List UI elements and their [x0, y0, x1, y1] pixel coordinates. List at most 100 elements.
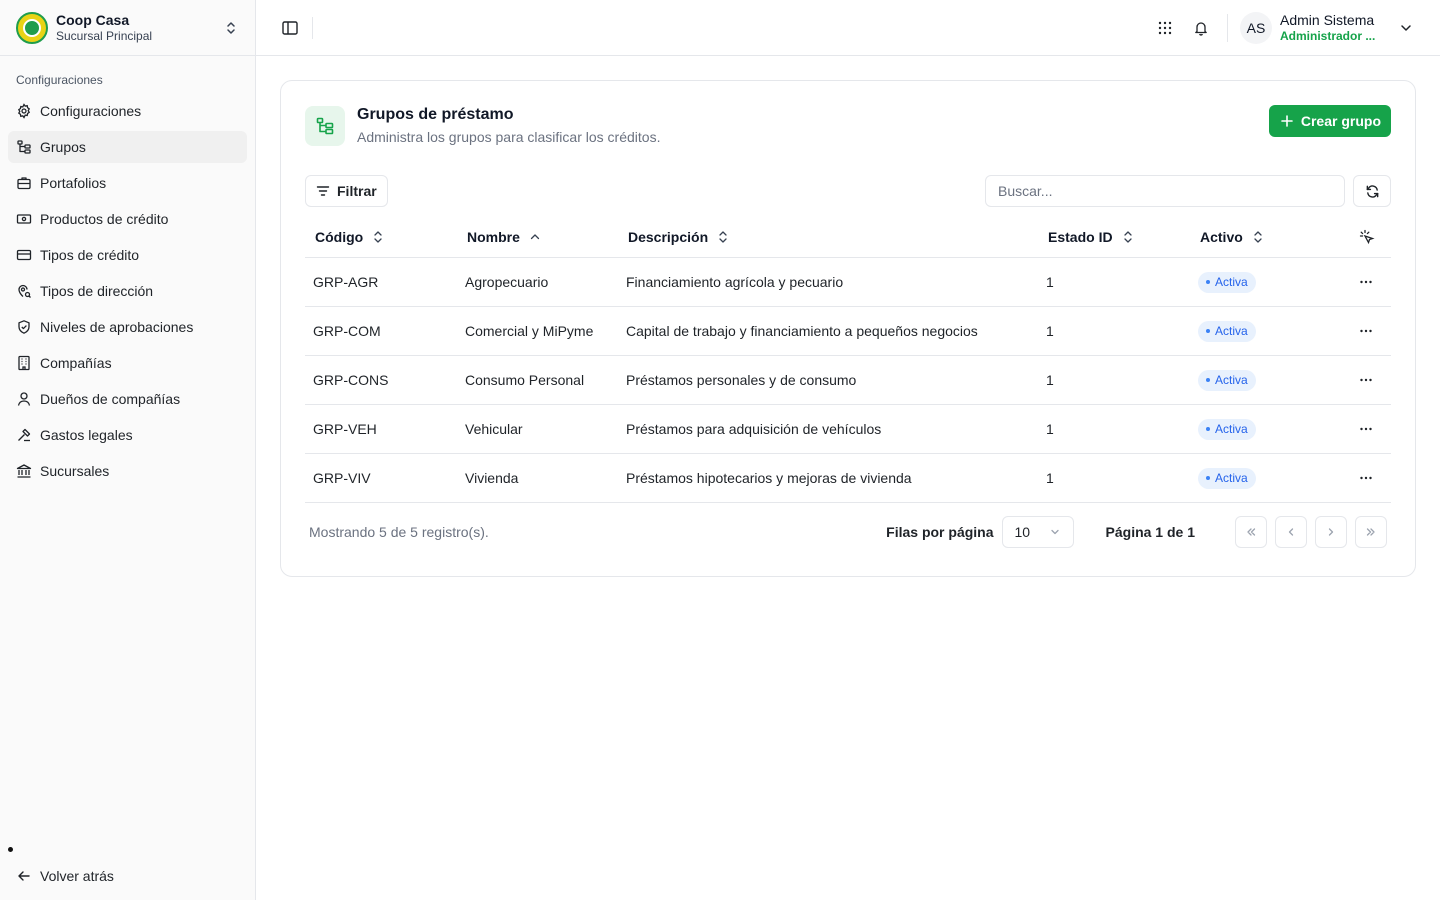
column-settings-icon[interactable] — [1359, 229, 1375, 245]
gavel-icon — [18, 428, 31, 442]
status-dot — [8, 847, 13, 852]
more-horizontal-icon — [1360, 427, 1372, 431]
cell-code: GRP-VEH — [313, 421, 377, 437]
record-count: Mostrando 5 de 5 registro(s). — [309, 524, 489, 540]
column-header-description[interactable]: Descripción — [618, 229, 1038, 245]
table-row[interactable]: GRP-CONS Consumo Personal Préstamos pers… — [305, 356, 1391, 405]
notifications-button[interactable] — [1183, 10, 1219, 46]
first-page-button[interactable] — [1235, 516, 1267, 548]
row-actions-button[interactable] — [1357, 273, 1375, 291]
sort-icon — [719, 231, 727, 243]
sidebar-item-label: Niveles de aprobaciones — [40, 319, 194, 335]
sidebar-item-productos-credito[interactable]: Productos de crédito — [8, 203, 247, 235]
cell-name: Vehicular — [465, 421, 523, 437]
sidebar-item-gastos-legales[interactable]: Gastos legales — [8, 419, 247, 451]
chevrons-up-down-icon — [227, 21, 235, 34]
grid-dots-icon — [1158, 21, 1172, 34]
sidebar-item-duenos-companias[interactable]: Dueños de compañías — [8, 383, 247, 415]
more-horizontal-icon — [1360, 329, 1372, 333]
sidebar-toggle-icon[interactable] — [280, 18, 300, 38]
user-menu[interactable]: Admin Sistema Administrador ... — [1280, 12, 1392, 44]
chevron-right-icon — [1328, 528, 1334, 536]
table-row[interactable]: GRP-AGR Agropecuario Financiamiento agrí… — [305, 258, 1391, 307]
sidebar-item-configuraciones[interactable]: Configuraciones — [8, 95, 247, 127]
back-button[interactable]: Volver atrás — [8, 860, 122, 892]
row-actions-button[interactable] — [1357, 322, 1375, 340]
avatar[interactable]: AS — [1240, 11, 1272, 44]
pagination-footer: Mostrando 5 de 5 registro(s). Filas por … — [309, 516, 1387, 548]
card-header: Grupos de préstamo Administra los grupos… — [305, 105, 660, 147]
cell-estado: 1 — [1046, 372, 1054, 388]
sidebar-item-label: Grupos — [40, 139, 86, 155]
cell-code: GRP-COM — [313, 323, 381, 339]
user-name: Admin Sistema — [1280, 11, 1375, 28]
chevrons-left-icon — [1247, 528, 1256, 536]
sidebar-item-sucursales[interactable]: Sucursales — [8, 455, 247, 487]
user-role: Administrador ... — [1280, 28, 1376, 43]
status-badge: Activa — [1198, 320, 1256, 342]
previous-page-button[interactable] — [1275, 516, 1307, 548]
sidebar-item-niveles-aprobaciones[interactable]: Niveles de aprobaciones — [8, 311, 247, 343]
chevrons-right-icon — [1366, 528, 1375, 536]
sidebar-item-label: Compañías — [40, 355, 112, 371]
user-divider — [1227, 13, 1228, 42]
sidebar-item-tipos-direccion[interactable]: Tipos de dirección — [8, 275, 247, 307]
column-header-name[interactable]: Nombre — [457, 229, 618, 245]
apps-button[interactable] — [1147, 10, 1183, 46]
back-label: Volver atrás — [40, 868, 114, 884]
row-actions-button[interactable] — [1357, 469, 1375, 487]
sidebar-item-label: Tipos de crédito — [40, 247, 140, 263]
plus-icon — [1281, 115, 1293, 127]
cell-code: GRP-CONS — [313, 372, 389, 388]
sidebar-item-grupos[interactable]: Grupos — [8, 131, 247, 163]
sidebar-item-label: Dueños de compañías — [40, 391, 181, 407]
sort-icon — [1123, 231, 1132, 243]
search-input[interactable] — [985, 175, 1345, 207]
building-icon — [18, 355, 30, 371]
table-row[interactable]: GRP-VEH Vehicular Préstamos para adquisi… — [305, 405, 1391, 454]
table-row[interactable]: GRP-VIV Vivienda Préstamos hipotecarios … — [305, 454, 1391, 503]
table-header: Código Nombre Descripción Estado ID Acti… — [305, 217, 1391, 258]
user-icon — [17, 392, 31, 406]
filter-lines-icon — [316, 186, 330, 196]
credit-card-icon — [16, 249, 32, 261]
cell-code: GRP-VIV — [313, 470, 371, 486]
column-header-activo[interactable]: Activo — [1190, 229, 1350, 245]
sidebar-item-portafolios[interactable]: Portafolios — [8, 167, 247, 199]
column-header-code[interactable]: Código — [305, 229, 457, 245]
status-badge: Activa — [1198, 418, 1256, 440]
nav-section-label: Configuraciones — [16, 73, 103, 87]
groups-table: Código Nombre Descripción Estado ID Acti… — [305, 217, 1391, 503]
rows-per-page-select[interactable]: 10 — [1001, 516, 1074, 548]
sidebar-item-tipos-credito[interactable]: Tipos de crédito — [8, 239, 247, 271]
row-actions-button[interactable] — [1357, 371, 1375, 389]
column-header-estado[interactable]: Estado ID — [1038, 229, 1190, 245]
cell-description: Préstamos para adquisición de vehículos — [626, 421, 882, 437]
sidebar-item-companias[interactable]: Compañías — [8, 347, 247, 379]
page-title: Grupos de préstamo — [357, 106, 514, 123]
cell-name: Agropecuario — [465, 274, 549, 290]
next-page-button[interactable] — [1315, 516, 1347, 548]
refresh-button[interactable] — [1353, 175, 1391, 207]
last-page-button[interactable] — [1355, 516, 1387, 548]
sort-icon — [1254, 231, 1262, 243]
row-actions-button[interactable] — [1357, 420, 1375, 438]
org-logo — [16, 11, 48, 44]
org-branch: Sucursal Principal — [56, 28, 153, 43]
cell-name: Consumo Personal — [465, 372, 585, 388]
chevron-down-icon[interactable] — [1398, 20, 1414, 36]
sidebar: Coop Casa Sucursal Principal Configuraci… — [0, 0, 256, 900]
org-switcher[interactable]: Coop Casa Sucursal Principal — [0, 0, 255, 56]
bell-icon — [1195, 21, 1207, 36]
create-group-label: Crear grupo — [1300, 113, 1381, 129]
more-horizontal-icon — [1360, 476, 1372, 480]
create-group-button[interactable]: Crear grupo — [1268, 105, 1391, 137]
group-tree-icon — [17, 140, 31, 154]
sidebar-item-label: Portafolios — [40, 175, 107, 191]
cell-code: GRP-AGR — [313, 274, 379, 290]
filter-button[interactable]: Filtrar — [305, 175, 388, 207]
sidebar-item-label: Gastos legales — [40, 427, 133, 443]
table-row[interactable]: GRP-COM Comercial y MiPyme Capital de tr… — [305, 307, 1391, 356]
bank-icon — [16, 464, 32, 478]
banknote-icon — [16, 214, 32, 224]
